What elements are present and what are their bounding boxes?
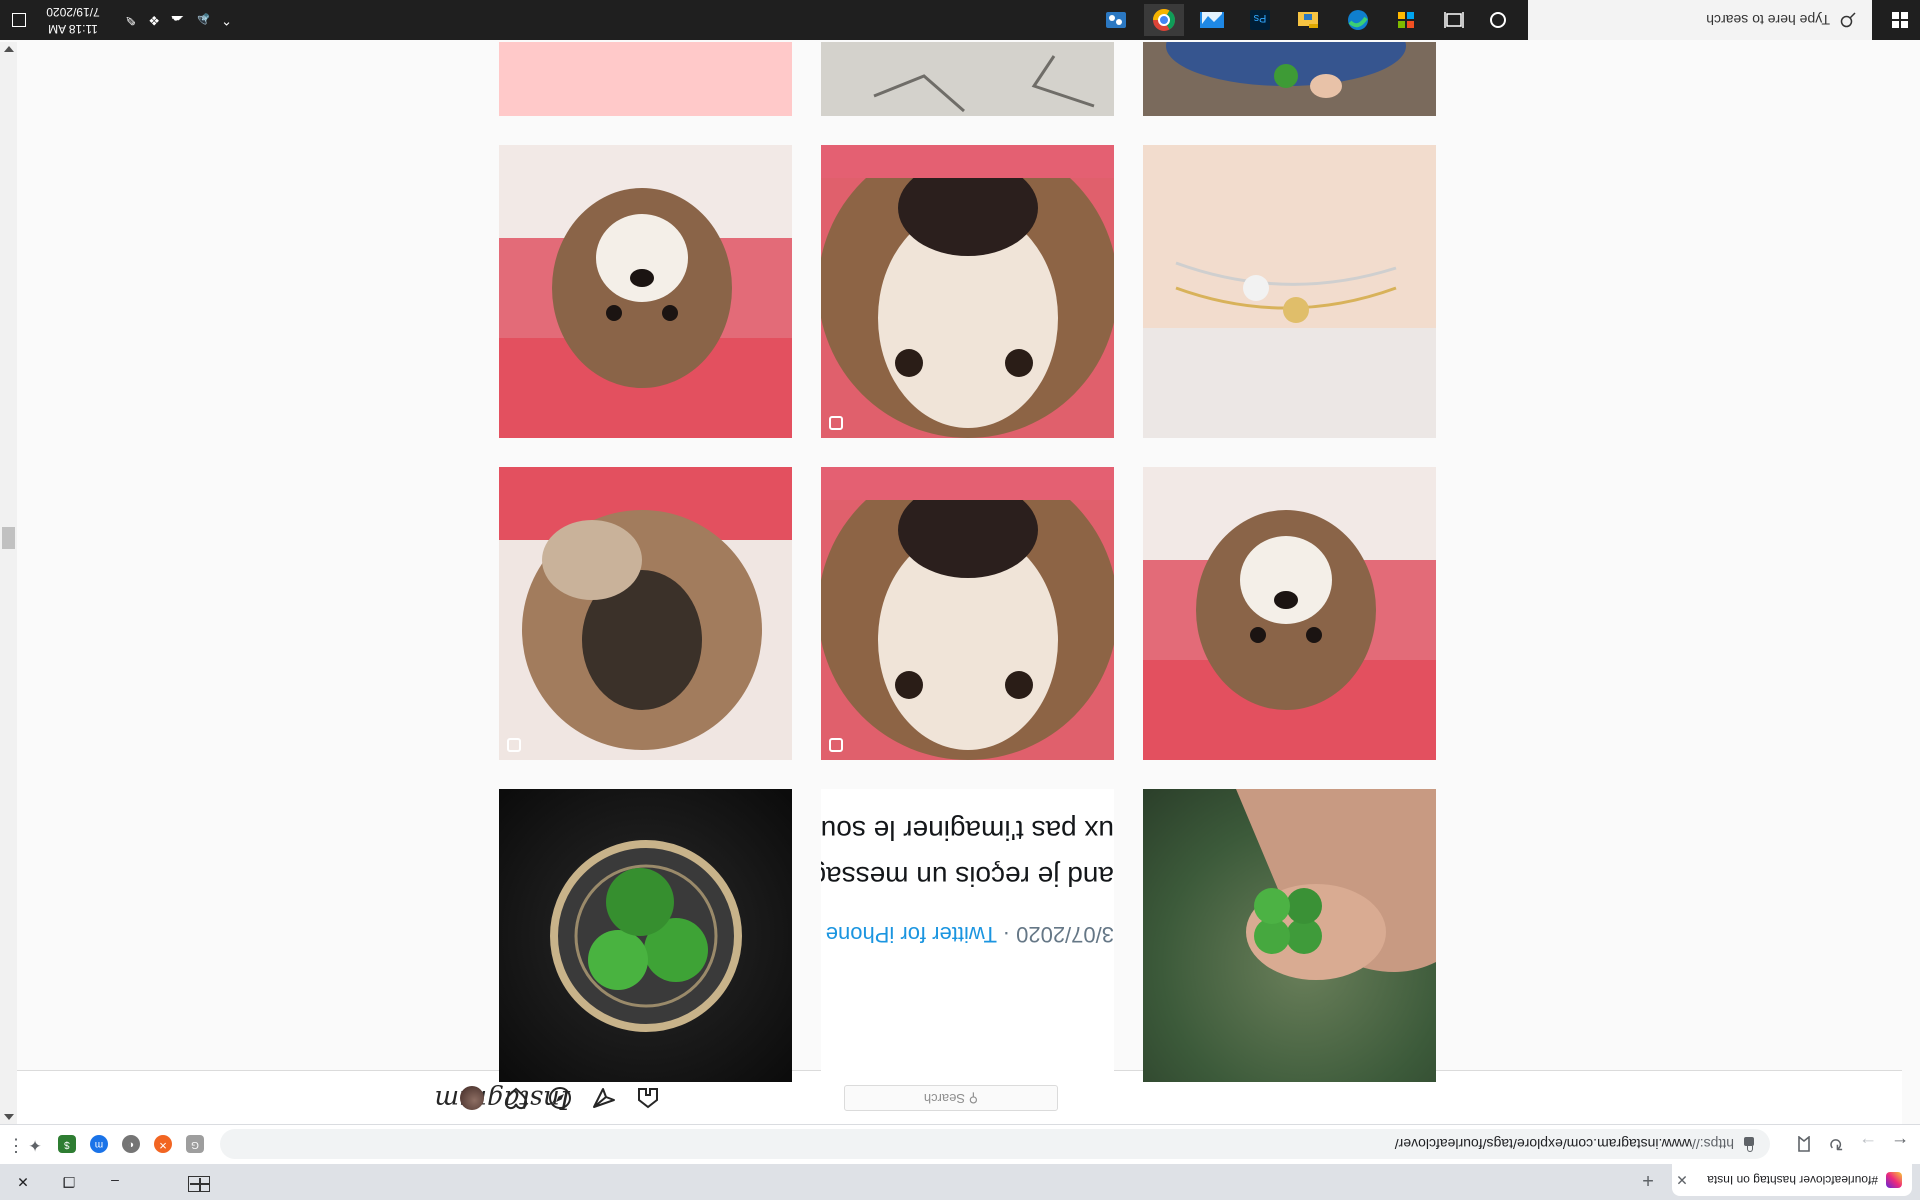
tab-search-icon[interactable] xyxy=(188,1176,210,1192)
post-stone[interactable] xyxy=(821,42,1114,116)
address-bar[interactable]: https:// www.instagram.com/explore/tags/… xyxy=(220,1129,1770,1159)
minimize-button[interactable]: – xyxy=(92,1164,138,1200)
windows-taskbar: Type here to search Ps ⌃ 🔈 ☁ ❖ ✎ 11:18 A… xyxy=(0,0,1920,40)
post-clover-in-hand[interactable] xyxy=(1143,789,1436,1082)
taskbar-clock[interactable]: 11:18 AM 7/19/2020 xyxy=(38,3,108,37)
cortana-icon[interactable] xyxy=(1478,4,1518,36)
reload-button[interactable]: ↻ xyxy=(1822,1130,1850,1158)
lock-icon xyxy=(1744,1137,1754,1147)
profile-avatar[interactable] xyxy=(460,1086,484,1110)
multi-photo-badge-icon xyxy=(829,416,843,430)
new-tab-button[interactable]: + xyxy=(1634,1166,1662,1194)
url-scheme: https:// xyxy=(1691,1136,1734,1152)
clover-in-glass-photo xyxy=(550,840,742,1032)
microsoft-store-icon[interactable] xyxy=(1386,4,1426,36)
windows-start-icon[interactable] xyxy=(1892,12,1908,28)
bookmark-icon[interactable] xyxy=(1790,1130,1818,1158)
svg-text:Ps: Ps xyxy=(1253,12,1266,24)
extension-circle-icon[interactable]: ◐ xyxy=(122,1135,140,1153)
tweet-date: 3/07/2020 xyxy=(1016,922,1114,947)
tray-chevron-icon[interactable]: ⌃ xyxy=(221,12,232,28)
scroll-up-arrow-icon[interactable] xyxy=(4,1114,14,1120)
tweet-line-1: ux pas t'imaginer le sourir xyxy=(821,815,1114,846)
dog-face-photo xyxy=(1143,467,1436,760)
tweet-source: Twitter for iPhone xyxy=(825,922,997,947)
stone-photo xyxy=(821,42,1114,116)
post-dog-face[interactable] xyxy=(1143,467,1436,760)
people-app-icon[interactable] xyxy=(1096,4,1136,36)
post-dog-nose-closeup[interactable] xyxy=(821,467,1114,760)
dog-face-photo xyxy=(499,145,792,438)
instagram-search-input[interactable]: ⚲ Search xyxy=(844,1085,1058,1111)
tab-title: #fourleafclover hashtag on Insta xyxy=(1707,1173,1878,1187)
browser-toolbar: ← → ↻ https:// www.instagram.com/explore… xyxy=(0,1124,1920,1164)
home-icon[interactable] xyxy=(636,1086,660,1110)
extension-g-icon[interactable]: G xyxy=(186,1135,204,1153)
photoshop-icon[interactable]: Ps xyxy=(1240,4,1280,36)
post-child-clover[interactable] xyxy=(1143,42,1436,116)
clock-time: 11:18 AM xyxy=(48,22,98,36)
post-bracelet[interactable] xyxy=(1143,145,1436,438)
search-icon xyxy=(1840,12,1856,28)
url-text: www.instagram.com/explore/tags/fourleafc… xyxy=(1394,1136,1692,1152)
chrome-icon[interactable] xyxy=(1144,4,1184,36)
close-window-button[interactable]: ✕ xyxy=(0,1164,46,1200)
tab-close-button[interactable]: ✕ xyxy=(1672,1172,1692,1189)
bracelet-photo xyxy=(1143,145,1436,438)
direct-messages-icon[interactable] xyxy=(592,1086,616,1110)
page-scrollbar[interactable] xyxy=(0,42,17,1124)
edge-icon[interactable] xyxy=(1338,4,1378,36)
multi-photo-badge-icon xyxy=(507,738,521,752)
task-view-icon[interactable] xyxy=(1434,4,1474,36)
extension-dollar-icon[interactable]: $ xyxy=(58,1135,76,1153)
clock-date: 7/19/2020 xyxy=(46,5,100,19)
dog-nose-photo xyxy=(821,145,1114,438)
speaker-icon[interactable]: 🔈 xyxy=(194,12,210,28)
tweet-meta: 3/07/2020 · Twitter for iPhone xyxy=(825,922,1114,947)
child-clover-photo xyxy=(1143,42,1436,116)
extension-x-icon[interactable]: ✕ xyxy=(154,1135,172,1153)
post-pink[interactable] xyxy=(499,42,792,116)
dog-fluffy-photo xyxy=(499,467,792,750)
clover-in-hand-photo xyxy=(1236,789,1436,980)
weather-app-icon[interactable] xyxy=(1192,4,1232,36)
pen-icon[interactable]: ✎ xyxy=(125,12,136,28)
browser-menu-button[interactable]: ⋮ xyxy=(7,1135,25,1156)
taskbar-search[interactable]: Type here to search xyxy=(1528,0,1872,40)
scroll-down-arrow-icon[interactable] xyxy=(4,46,14,52)
post-dog-nose-closeup-2[interactable] xyxy=(821,145,1114,438)
file-explorer-icon[interactable] xyxy=(1288,4,1328,36)
forward-button[interactable]: → xyxy=(1854,1130,1882,1158)
browser-tab-strip: #fourleafclover hashtag on Insta ✕ + – ❐… xyxy=(0,1164,1920,1200)
onedrive-cloud-icon[interactable]: ☁ xyxy=(171,12,184,28)
post-clover-in-glass[interactable] xyxy=(499,789,792,1082)
post-dog-fluffy[interactable] xyxy=(499,467,792,760)
restore-button[interactable]: ❐ xyxy=(46,1164,92,1200)
multi-photo-badge-icon xyxy=(829,738,843,752)
back-button[interactable]: ← xyxy=(1886,1130,1914,1158)
instagram-favicon-icon xyxy=(1886,1172,1902,1188)
extension-m-icon[interactable]: m xyxy=(90,1135,108,1153)
post-dog-face-2[interactable] xyxy=(499,145,792,438)
dropbox-icon[interactable]: ❖ xyxy=(148,12,160,28)
activity-heart-icon[interactable] xyxy=(504,1086,528,1110)
notifications-icon[interactable] xyxy=(12,13,26,27)
dog-nose-photo xyxy=(821,467,1114,760)
post-tweet-screenshot[interactable]: 3/07/2020 · Twitter for iPhone and je re… xyxy=(821,789,1114,1082)
browser-tab[interactable]: #fourleafclover hashtag on Insta ✕ xyxy=(1672,1164,1912,1196)
scroll-thumb[interactable] xyxy=(2,527,15,549)
tweet-line-2: and je reçois un message xyxy=(821,861,1114,892)
taskbar-search-placeholder: Type here to search xyxy=(1706,12,1830,28)
explore-compass-icon[interactable] xyxy=(548,1086,572,1110)
extensions-puzzle-icon[interactable]: ✦ xyxy=(26,1135,44,1153)
